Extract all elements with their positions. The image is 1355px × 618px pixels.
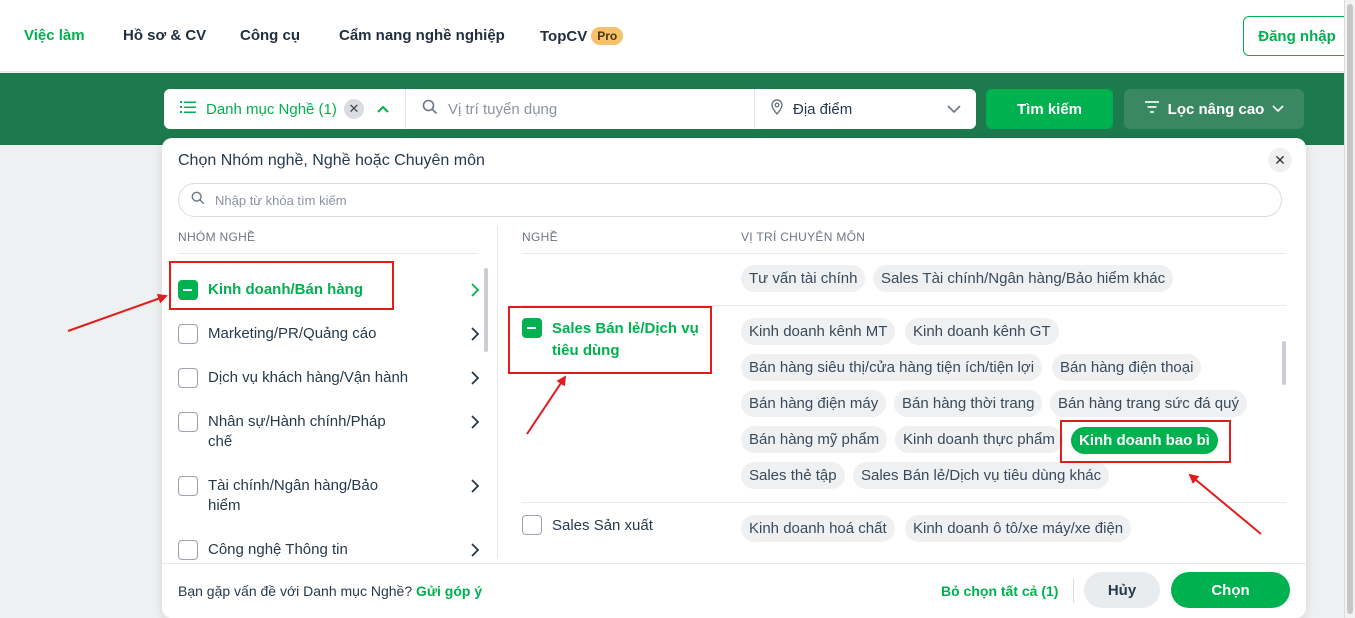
positions-column-header: VỊ TRÍ CHUYÊN MÔN (741, 230, 866, 244)
pro-badge: Pro (591, 27, 624, 45)
cancel-button[interactable]: Hủy (1084, 572, 1160, 608)
group-item-customer-service[interactable]: Dịch vụ khách hàng/Vận hành (178, 368, 480, 388)
group-checkbox[interactable] (178, 540, 198, 560)
keyword-input[interactable] (215, 192, 1215, 208)
location-selector[interactable]: Địa điểm (754, 89, 976, 129)
divider (522, 305, 1286, 306)
group-checkbox[interactable] (178, 280, 198, 300)
divider (178, 253, 478, 254)
group-label: Công nghệ Thông tin (208, 541, 348, 558)
group-checkbox[interactable] (178, 476, 198, 496)
chevron-right-icon (470, 326, 480, 347)
position-chip[interactable]: Bán hàng thời trang (894, 390, 1043, 417)
groups-scrollbar[interactable] (484, 268, 488, 352)
positions-scrollbar[interactable] (1282, 341, 1286, 385)
chevron-down-icon (946, 101, 962, 122)
position-chip[interactable]: Tư vấn tài chính (741, 265, 866, 292)
divider (522, 502, 1286, 503)
deselect-all-link[interactable]: Bỏ chọn tất cả (1) (941, 583, 1058, 599)
chevron-right-icon (470, 282, 480, 303)
chevron-right-icon (470, 414, 480, 435)
nav-jobs[interactable]: Việc làm (24, 27, 85, 44)
search-box: Danh mục Nghề (1) ✕ Địa điểm (164, 89, 976, 129)
page-scrollbar[interactable] (1344, 0, 1355, 618)
group-checkbox[interactable] (178, 368, 198, 388)
top-navigation: Việc làm Hồ sơ & CV Công cụ Cẩm nang ngh… (0, 0, 1355, 72)
location-label: Địa điểm (793, 100, 853, 118)
profession-item-manufacturing[interactable]: Sales Sản xuất (522, 515, 712, 537)
nav-topcv-label: TopCV (540, 28, 588, 45)
clear-category-icon[interactable]: ✕ (344, 99, 364, 119)
position-chip[interactable]: Bán hàng mỹ phẩm (741, 426, 888, 453)
advanced-filter-button[interactable]: Lọc nâng cao (1124, 89, 1304, 129)
position-chip[interactable]: Kinh doanh kênh MT (741, 318, 896, 345)
location-pin-icon (771, 98, 783, 120)
group-checkbox[interactable] (178, 412, 198, 432)
position-chip[interactable]: Kinh doanh ô tô/xe máy/xe điện (905, 515, 1132, 542)
position-chip[interactable]: Bán hàng điện thoại (1052, 354, 1202, 381)
group-item-marketing[interactable]: Marketing/PR/Quảng cáo (178, 324, 480, 344)
chevron-up-icon[interactable] (376, 97, 390, 124)
profession-item-retail[interactable]: Sales Bán lẻ/Dịch vụ tiêu dùng (522, 318, 712, 362)
advanced-filter-label: Lọc nâng cao (1167, 100, 1265, 118)
position-chip[interactable]: Sales Tài chính/Ngân hàng/Bảo hiểm khác (873, 265, 1174, 292)
footer-divider (1073, 579, 1074, 603)
nav-tools[interactable]: Công cụ (240, 27, 300, 44)
divider (522, 253, 1286, 254)
page-scrollbar-thumb[interactable] (1347, 4, 1353, 614)
group-checkbox[interactable] (178, 324, 198, 344)
panel-title: Chọn Nhóm nghề, Nghề hoặc Chuyên môn (178, 152, 485, 169)
groups-column-header: NHÓM NGHỀ (178, 230, 256, 244)
professions-column-header: NGHỀ (522, 230, 558, 244)
search-button[interactable]: Tìm kiếm (986, 89, 1113, 129)
feedback-link[interactable]: Gửi góp ý (416, 583, 482, 599)
feedback-question: Bạn gặp vấn đề với Danh mục Nghề? (178, 583, 413, 599)
nav-profile-cv[interactable]: Hồ sơ & CV (123, 27, 206, 44)
group-label: Dịch vụ khách hàng/Vận hành (208, 369, 409, 386)
chevron-right-icon (470, 478, 480, 499)
position-search (422, 89, 752, 129)
position-input[interactable] (448, 100, 738, 118)
filter-icon (1144, 100, 1160, 118)
group-label: Nhân sự/Hành chính/Pháp chế (208, 413, 386, 450)
group-item-hr-admin-legal[interactable]: Nhân sự/Hành chính/Pháp chế (178, 412, 480, 452)
choose-button[interactable]: Chọn (1171, 572, 1290, 608)
group-label: Marketing/PR/Quảng cáo (208, 325, 377, 342)
column-divider (497, 226, 498, 558)
profession-label: Sales Bán lẻ/Dịch vụ tiêu dùng (552, 320, 699, 359)
group-item-it[interactable]: Công nghệ Thông tin (178, 540, 480, 560)
category-selector[interactable]: Danh mục Nghề (1) ✕ (164, 89, 406, 129)
profession-label: Sales Sản xuất (552, 517, 653, 534)
group-label: Kinh doanh/Bán hàng (208, 281, 363, 298)
search-icon (191, 191, 205, 210)
panel-footer: Bạn gặp vấn đề với Danh mục Nghề? Gửi gó… (162, 563, 1306, 618)
position-chip[interactable]: Kinh doanh kênh GT (905, 318, 1059, 345)
position-chip[interactable]: Sales Bán lẻ/Dịch vụ tiêu dùng khác (853, 462, 1110, 489)
category-picker-panel: Chọn Nhóm nghề, Nghề hoặc Chuyên môn ✕ N… (162, 138, 1306, 618)
position-chip[interactable]: Bán hàng điện máy (741, 390, 887, 417)
list-icon (180, 100, 196, 119)
group-item-finance[interactable]: Tài chính/Ngân hàng/Bảo hiểm (178, 476, 480, 516)
group-item-sales[interactable]: Kinh doanh/Bán hàng (178, 280, 480, 300)
profession-checkbox[interactable] (522, 318, 542, 338)
keyword-search (178, 183, 1282, 217)
login-button[interactable]: Đăng nhập (1243, 16, 1351, 56)
profession-checkbox[interactable] (522, 515, 542, 535)
chevron-right-icon (470, 542, 480, 563)
search-icon (422, 99, 438, 120)
chevron-right-icon (470, 370, 480, 391)
chevron-down-icon (1272, 101, 1284, 118)
nav-career-guide[interactable]: Cẩm nang nghề nghiệp (339, 27, 505, 44)
position-chip[interactable]: Bán hàng trang sức đá quý (1050, 390, 1247, 417)
position-chip[interactable]: Sales thẻ tập (741, 462, 845, 489)
category-selector-label: Danh mục Nghề (1) (206, 100, 337, 118)
position-chip[interactable]: Bán hàng siêu thị/cửa hàng tiện ích/tiện… (741, 354, 1043, 381)
close-icon[interactable]: ✕ (1268, 148, 1292, 172)
position-chip[interactable]: Kinh doanh thực phẩm (895, 426, 1063, 453)
position-chip-selected[interactable]: Kinh doanh bao bì (1071, 427, 1218, 454)
position-chip[interactable]: Kinh doanh hoá chất (741, 515, 895, 542)
group-label: Tài chính/Ngân hàng/Bảo hiểm (208, 477, 379, 514)
feedback-text: Bạn gặp vấn đề với Danh mục Nghề? Gửi gó… (178, 583, 482, 599)
nav-topcv-pro[interactable]: TopCV Pro (540, 27, 624, 45)
